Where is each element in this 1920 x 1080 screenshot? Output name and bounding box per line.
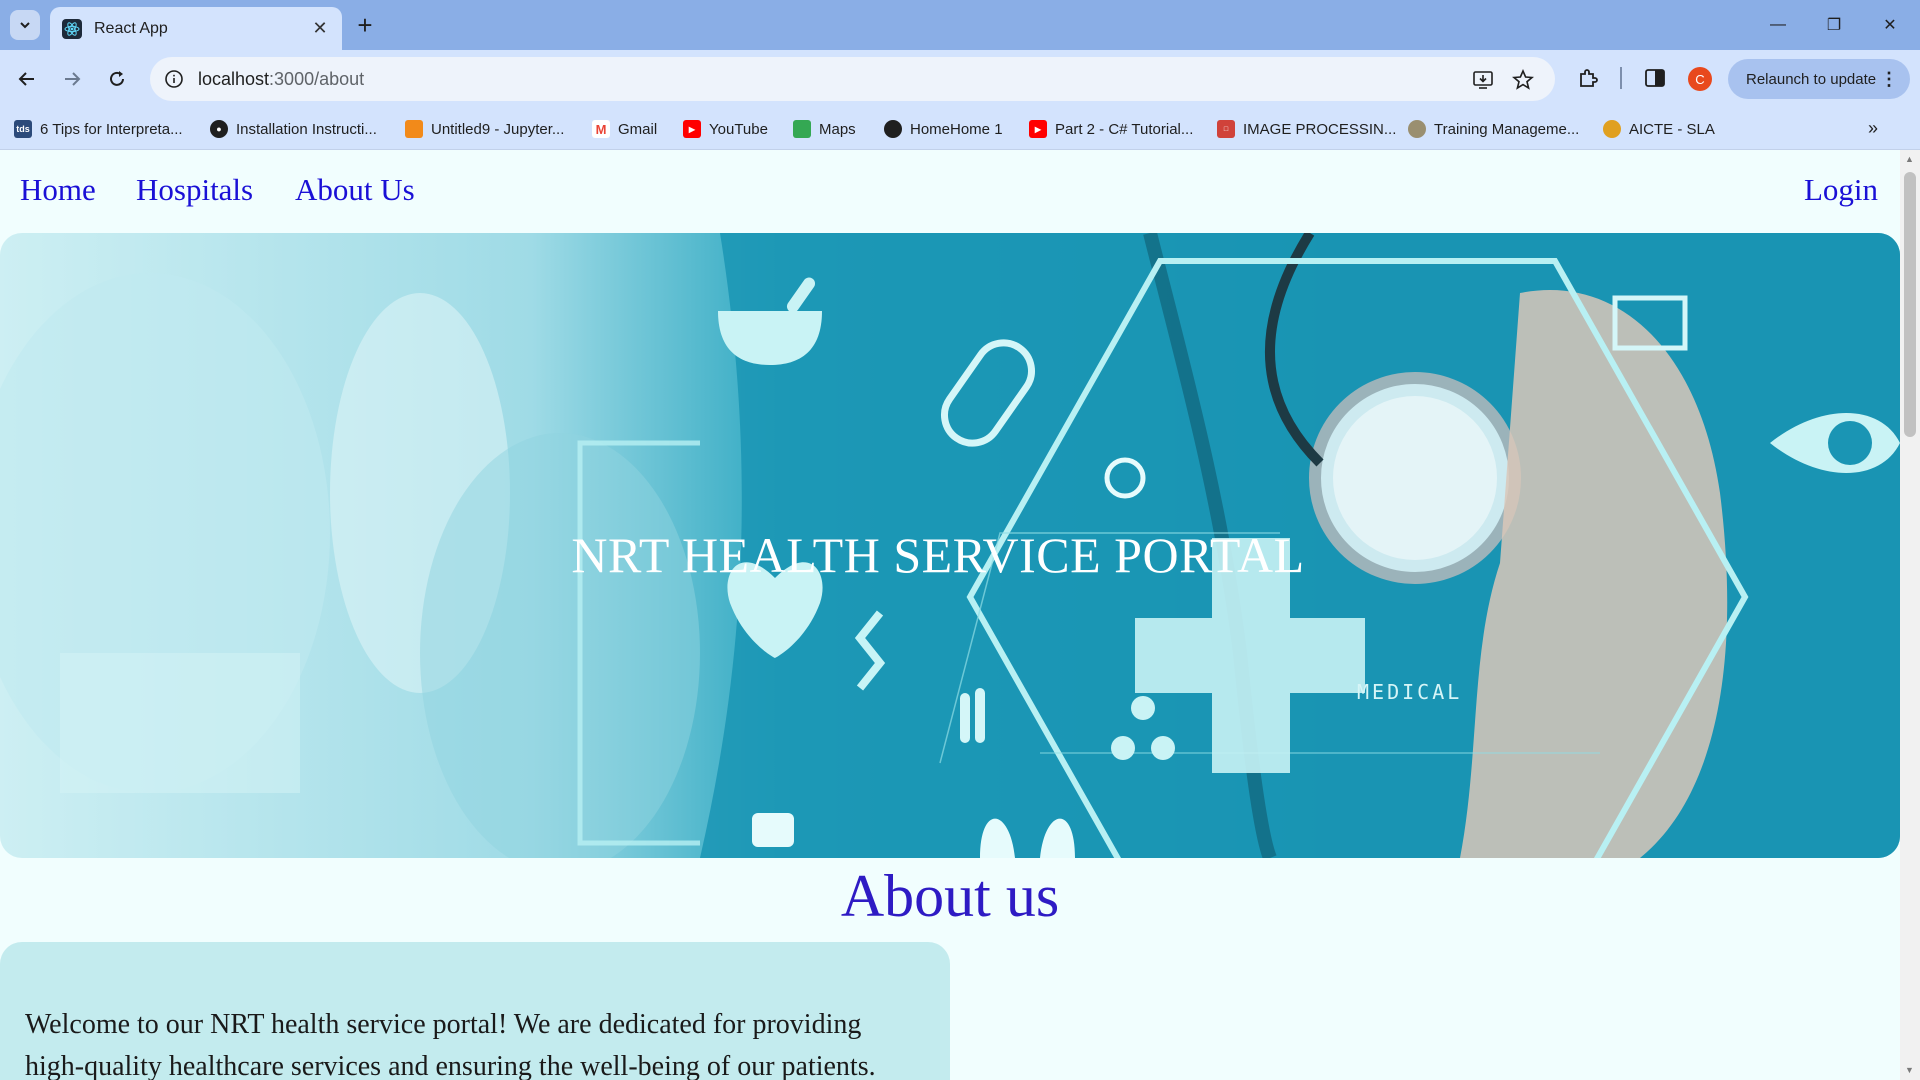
info-icon[interactable] bbox=[162, 67, 186, 91]
scroll-down-icon[interactable]: ▼ bbox=[1905, 1065, 1914, 1075]
toolbar-divider bbox=[1620, 67, 1622, 89]
reload-icon bbox=[110, 71, 124, 86]
chevron-down-icon bbox=[20, 22, 30, 29]
bookmark-item[interactable]: HomeHome 1 bbox=[884, 116, 1003, 142]
page-viewport: Home Hospitals About Us Login MEDICAL NR… bbox=[0, 150, 1920, 1080]
bookmark-item[interactable]: ▶ Part 2 - C# Tutorial... bbox=[1029, 116, 1193, 142]
install-app-icon[interactable] bbox=[1470, 67, 1496, 93]
nav-login-link[interactable]: Login bbox=[1804, 172, 1878, 208]
github-icon: ● bbox=[210, 120, 228, 138]
relaunch-button[interactable]: Relaunch to update ⋮ bbox=[1728, 59, 1910, 99]
tab-title: React App bbox=[94, 19, 168, 37]
about-card: Welcome to our NRT health service portal… bbox=[0, 942, 950, 1080]
bookmark-item[interactable]: Maps bbox=[793, 116, 856, 142]
relaunch-label: Relaunch to update bbox=[1746, 70, 1877, 88]
site-navbar: Home Hospitals About Us Login bbox=[0, 150, 1895, 232]
reload-button[interactable] bbox=[100, 62, 134, 96]
bookmark-item[interactable]: ▶ YouTube bbox=[683, 116, 768, 142]
extensions-icon[interactable] bbox=[1573, 63, 1603, 93]
page-scrollbar[interactable]: ▲ ▼ bbox=[1900, 150, 1920, 1080]
bookmark-item[interactable]: □ IMAGE PROCESSIN... bbox=[1217, 116, 1396, 142]
url-path: :3000/about bbox=[269, 68, 365, 89]
nav-home-link[interactable]: Home bbox=[20, 172, 96, 208]
more-icon[interactable]: ⋮ bbox=[1880, 69, 1898, 90]
doc-icon: □ bbox=[1217, 120, 1235, 138]
gmail-icon: M bbox=[592, 120, 610, 138]
youtube-icon: ▶ bbox=[1029, 120, 1047, 138]
bookmark-item[interactable]: ● Installation Instructi... bbox=[210, 116, 377, 142]
forward-button[interactable] bbox=[55, 62, 89, 96]
react-icon bbox=[62, 18, 82, 39]
bookmarks-bar: tds 6 Tips for Interpreta... ● Installatio… bbox=[0, 108, 1920, 150]
nav-hospitals-link[interactable]: Hospitals bbox=[136, 172, 253, 208]
nav-about-link[interactable]: About Us bbox=[295, 172, 415, 208]
tab-search-button[interactable] bbox=[10, 10, 40, 40]
back-button[interactable] bbox=[10, 62, 44, 96]
side-panel-icon[interactable] bbox=[1640, 63, 1670, 93]
arrow-right-icon bbox=[65, 72, 81, 86]
bookmark-item[interactable]: M Gmail bbox=[592, 116, 657, 142]
minimize-button[interactable]: — bbox=[1758, 10, 1798, 40]
bookmark-item[interactable]: Untitled9 - Jupyter... bbox=[405, 116, 564, 142]
scroll-up-icon[interactable]: ▲ bbox=[1905, 154, 1914, 164]
about-paragraph: Welcome to our NRT health service portal… bbox=[25, 1009, 876, 1080]
hero-banner: MEDICAL NRT HEALTH SERVICE PORTAL bbox=[0, 233, 1900, 858]
youtube-icon: ▶ bbox=[683, 120, 701, 138]
jupyter-icon bbox=[405, 120, 423, 138]
medical-label: MEDICAL bbox=[1357, 680, 1463, 704]
aicte-icon bbox=[1603, 120, 1621, 138]
arrow-left-icon bbox=[18, 72, 34, 86]
tab-react-app[interactable]: React App ✕ bbox=[50, 7, 342, 50]
address-bar[interactable]: localhost:3000/about bbox=[150, 57, 1555, 101]
about-heading: About us bbox=[840, 863, 1060, 929]
scrollbar-thumb[interactable] bbox=[1904, 172, 1916, 437]
bookmark-item[interactable]: AICTE - SLA bbox=[1603, 116, 1715, 142]
bookmark-item[interactable]: tds 6 Tips for Interpreta... bbox=[14, 116, 183, 142]
close-window-button[interactable]: ✕ bbox=[1870, 10, 1910, 40]
training-icon bbox=[1408, 120, 1426, 138]
maps-icon bbox=[793, 120, 811, 138]
bookmark-item[interactable]: Training Manageme... bbox=[1408, 116, 1579, 142]
profile-avatar[interactable]: C bbox=[1688, 67, 1712, 91]
browser-toolbar: localhost:3000/about C Relaunch to updat… bbox=[0, 50, 1920, 108]
tds-icon: tds bbox=[14, 120, 32, 138]
url-text[interactable]: localhost:3000/about bbox=[198, 69, 364, 90]
new-tab-button[interactable]: + bbox=[352, 10, 378, 40]
url-host: localhost bbox=[198, 68, 270, 89]
hero-title: NRT HEALTH SERVICE PORTAL bbox=[571, 527, 1305, 583]
close-icon[interactable]: ✕ bbox=[310, 18, 330, 39]
tab-strip: React App ✕ + — ❐ ✕ bbox=[0, 0, 1920, 50]
chevron-double-right-icon[interactable]: » bbox=[1868, 118, 1878, 139]
restore-button[interactable]: ❐ bbox=[1814, 10, 1854, 40]
globe-icon bbox=[884, 120, 902, 138]
star-icon[interactable] bbox=[1510, 67, 1536, 93]
